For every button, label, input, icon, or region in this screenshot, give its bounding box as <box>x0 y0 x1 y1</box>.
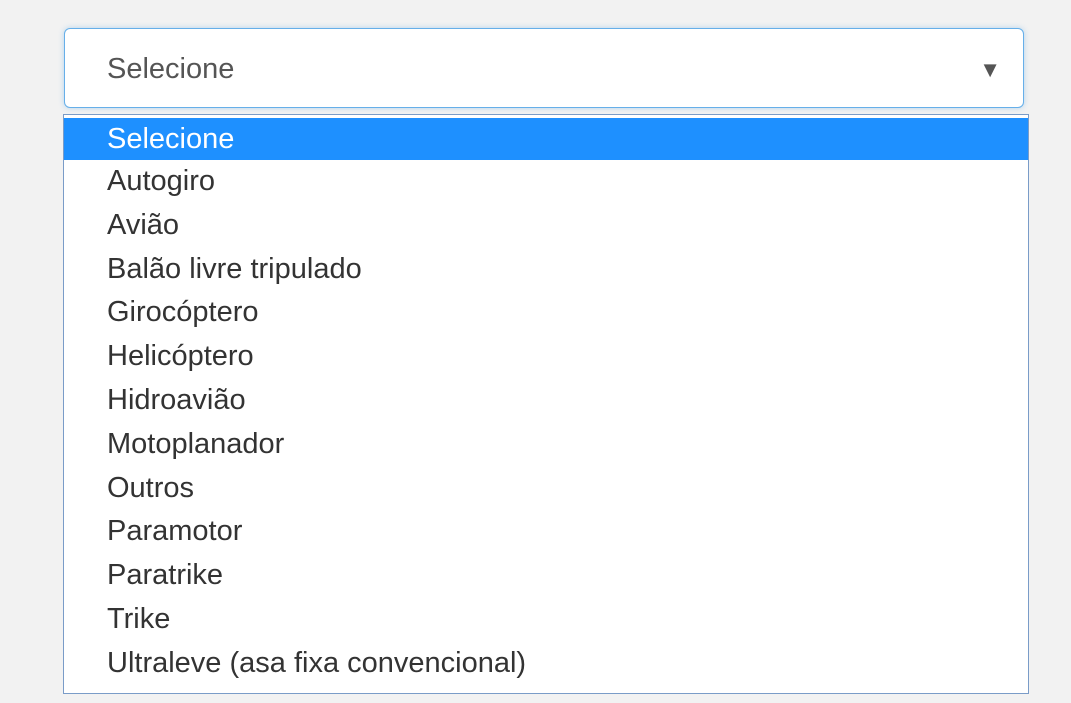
chevron-down-icon[interactable]: ▼ <box>979 55 1001 85</box>
select-current-value: Selecione <box>107 53 235 85</box>
option-trike[interactable]: Trike <box>64 598 1028 642</box>
option-selecione[interactable]: Selecione <box>64 118 1028 160</box>
select-dropdown-list: Selecione Autogiro Avião Balão livre tri… <box>63 114 1029 694</box>
option-aviao[interactable]: Avião <box>64 204 1028 248</box>
option-paramotor[interactable]: Paramotor <box>64 510 1028 554</box>
option-hidroaviao[interactable]: Hidroavião <box>64 379 1028 423</box>
option-helicoptero[interactable]: Helicóptero <box>64 335 1028 379</box>
aircraft-type-select[interactable]: Selecione ▼ <box>64 28 1024 108</box>
option-motoplanador[interactable]: Motoplanador <box>64 423 1028 467</box>
option-balao-livre-tripulado[interactable]: Balão livre tripulado <box>64 248 1028 292</box>
option-ultraleve[interactable]: Ultraleve (asa fixa convencional) <box>64 642 1028 686</box>
option-outros[interactable]: Outros <box>64 467 1028 511</box>
option-paratrike[interactable]: Paratrike <box>64 554 1028 598</box>
option-autogiro[interactable]: Autogiro <box>64 160 1028 204</box>
option-girocoptero[interactable]: Girocóptero <box>64 291 1028 335</box>
